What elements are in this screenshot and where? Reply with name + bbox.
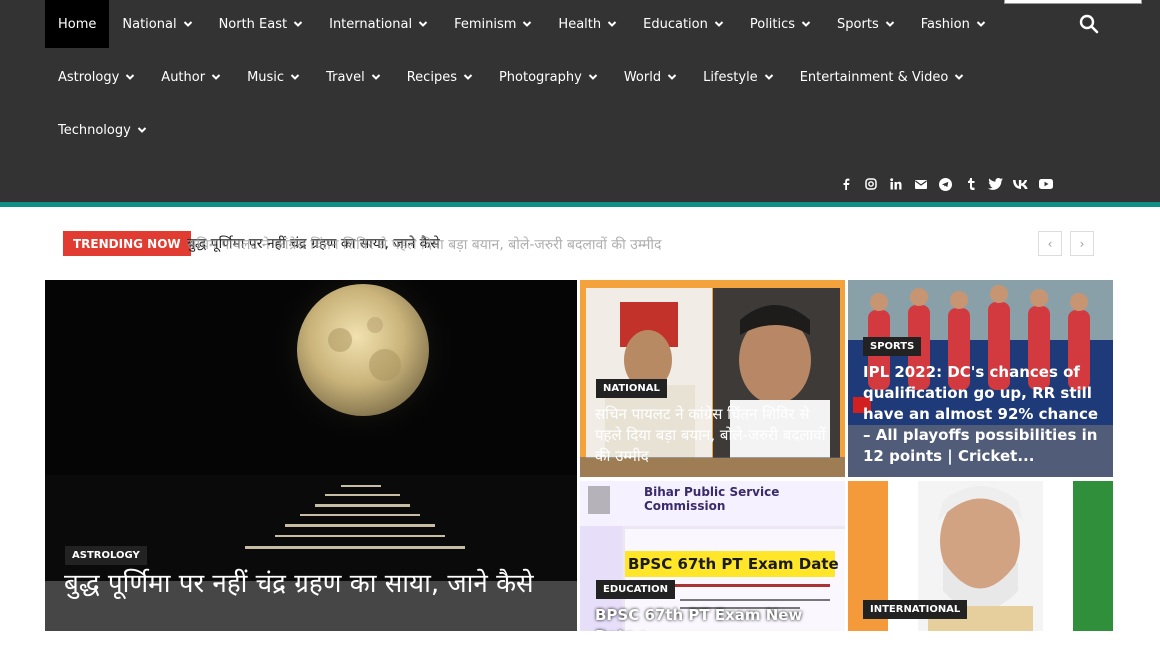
search-icon[interactable] xyxy=(1078,13,1100,35)
nav-item-label: Travel xyxy=(326,69,365,85)
vk-icon[interactable] xyxy=(1008,175,1033,193)
nav-item-music[interactable]: Music xyxy=(234,53,313,101)
mail-icon[interactable] xyxy=(908,175,933,193)
category-tag[interactable]: ASTROLOGY xyxy=(65,546,147,565)
nav-item-label: Music xyxy=(247,69,285,85)
category-tag[interactable]: EDUCATION xyxy=(596,580,675,599)
post-card-education[interactable]: Bihar Public Service Commission BPSC 67t… xyxy=(580,481,845,631)
nav-item-sports[interactable]: Sports xyxy=(824,0,908,48)
nav-item-technology[interactable]: Technology xyxy=(45,106,160,154)
facebook-icon[interactable] xyxy=(833,175,858,193)
category-tag[interactable]: INTERNATIONAL xyxy=(863,600,968,619)
linkedin-icon[interactable] xyxy=(883,175,908,193)
nav-item-label: Recipes xyxy=(406,69,457,85)
featured-post[interactable]: ASTROLOGY बुद्ध पूर्णिमा पर नहीं चंद्र ग… xyxy=(45,280,577,631)
nav-item-education[interactable]: Education xyxy=(630,0,737,48)
nav-item-feminism[interactable]: Feminism xyxy=(441,0,545,48)
nav-item-photography[interactable]: Photography xyxy=(486,53,611,101)
nav-item-label: Lifestyle xyxy=(703,69,758,85)
chevron-down-icon xyxy=(463,74,473,80)
chevron-down-icon xyxy=(714,21,724,27)
nav-item-label: Sports xyxy=(837,16,879,32)
nav-item-north-east[interactable]: North East xyxy=(206,0,317,48)
nav-item-international[interactable]: International xyxy=(316,0,441,48)
post-title[interactable]: IPL 2022: DC's chances of qualification … xyxy=(863,362,1103,467)
chevron-down-icon xyxy=(371,74,380,80)
nav-item-label: National xyxy=(122,16,177,32)
social-links xyxy=(833,175,1058,193)
nav-item-health[interactable]: Health xyxy=(545,0,630,48)
instagram-icon[interactable] xyxy=(858,175,883,193)
chevron-down-icon xyxy=(137,127,147,133)
nav-row-2: Astrology Author Music Travel Recipes Photogr… xyxy=(45,53,977,101)
chevron-down-icon xyxy=(523,21,532,27)
post-card-sports[interactable]: SPORTS IPL 2022: DC's chances of qualifi… xyxy=(848,280,1113,477)
ticker-headline-next[interactable]: सचिन पायलट ने कांग्रेस चिंतन शिविर से पह… xyxy=(187,235,661,254)
accent-divider xyxy=(0,202,1160,207)
post-card-national[interactable]: NATIONAL सचिन पायलट ने कांग्रेस चिंतन शि… xyxy=(580,280,845,477)
nav-item-label: Fashion xyxy=(920,16,970,32)
nav-row-1: Home National North East International Femin… xyxy=(45,0,999,48)
nav-item-label: Photography xyxy=(498,69,582,85)
nav-item-label: Technology xyxy=(58,122,131,138)
nav-item-label: Author xyxy=(161,69,206,85)
chevron-down-icon xyxy=(885,21,894,27)
youtube-icon[interactable] xyxy=(1033,175,1058,193)
trending-ticker[interactable]: बुद्ध पूर्णिमा पर नहीं चंद्र ग्रहण का सा… xyxy=(187,231,661,256)
chevron-down-icon xyxy=(183,21,192,27)
chevron-down-icon xyxy=(976,21,986,27)
twitter-icon[interactable] xyxy=(983,175,1008,193)
nav-item-lifestyle[interactable]: Lifestyle xyxy=(690,53,787,101)
image-banner: BPSC 67th PT Exam Date xyxy=(628,555,839,573)
chevron-down-icon xyxy=(801,21,811,27)
chevron-left-icon: ‹ xyxy=(1047,236,1053,251)
ticker-next-button[interactable]: › xyxy=(1070,231,1094,256)
chevron-down-icon xyxy=(607,21,617,27)
nav-item-label: Health xyxy=(558,16,602,32)
tumblr-icon[interactable] xyxy=(958,175,983,193)
featured-title[interactable]: बुद्ध पूर्णिमा पर नहीं चंद्र ग्रहण का सा… xyxy=(64,568,534,600)
chevron-down-icon xyxy=(290,74,300,80)
nav-row-3: Technology xyxy=(45,106,160,154)
nav-item-label: Entertainment & Video xyxy=(799,69,949,85)
category-tag[interactable]: SPORTS xyxy=(863,337,922,356)
chevron-down-icon xyxy=(293,21,303,27)
nav-item-astrology[interactable]: Astrology xyxy=(45,53,148,101)
nav-item-label: Feminism xyxy=(454,16,517,32)
chevron-down-icon xyxy=(667,74,677,80)
nav-item-travel[interactable]: Travel xyxy=(313,53,394,101)
nav-item-label: Politics xyxy=(749,16,796,32)
chevron-down-icon xyxy=(955,74,964,80)
image-heading: Bihar Public Service Commission xyxy=(644,485,780,513)
nav-item-national[interactable]: National xyxy=(109,0,205,48)
category-tag[interactable]: NATIONAL xyxy=(596,379,667,398)
nav-item-author[interactable]: Author xyxy=(148,53,234,101)
chevron-down-icon xyxy=(588,74,598,80)
chevron-right-icon: › xyxy=(1079,236,1085,251)
nav-item-entertainment-video[interactable]: Entertainment & Video xyxy=(787,53,978,101)
chevron-down-icon xyxy=(764,74,773,80)
chevron-down-icon xyxy=(418,21,428,27)
nav-item-home[interactable]: Home xyxy=(45,0,110,48)
nav-item-world[interactable]: World xyxy=(611,53,690,101)
nav-item-label: Astrology xyxy=(58,69,120,85)
nav-item-recipes[interactable]: Recipes xyxy=(394,53,486,101)
trending-now-badge: TRENDING NOW xyxy=(63,231,191,256)
nav-item-label: Education xyxy=(643,16,708,32)
chevron-down-icon xyxy=(126,74,135,80)
nav-item-politics[interactable]: Politics xyxy=(737,0,824,48)
nav-item-fashion[interactable]: Fashion xyxy=(908,0,999,48)
nav-item-label: World xyxy=(623,69,662,85)
nav-item-label: North East xyxy=(218,16,288,32)
post-title[interactable]: सचिन पायलट ने कांग्रेस चिंतन शिविर से पह… xyxy=(595,404,835,467)
nav-item-label: International xyxy=(329,16,413,32)
ticker-prev-button[interactable]: ‹ xyxy=(1038,231,1062,256)
post-card-international[interactable]: INTERNATIONAL xyxy=(848,481,1113,631)
nav-item-label: Home xyxy=(58,16,97,32)
telegram-icon[interactable] xyxy=(933,175,958,193)
chevron-down-icon xyxy=(211,74,221,80)
top-search-box[interactable] xyxy=(1004,0,1142,4)
post-title[interactable]: BPSC 67th PT Exam New Date : xyxy=(595,605,835,631)
